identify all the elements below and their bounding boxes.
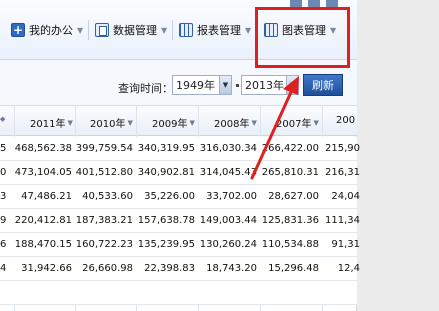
toolbar-divider — [172, 20, 173, 40]
end-year-value: 2013年 — [245, 79, 284, 92]
table-cell: 473,104.05 — [14, 167, 72, 178]
chevron-down-icon[interactable]: ▼ — [286, 76, 298, 94]
table-cell: 468,562.38 — [14, 143, 72, 154]
column-header-2007[interactable]: 2007年 ▼ — [276, 115, 319, 131]
menu-report-management[interactable]: 报表管理 ▼ — [179, 20, 251, 40]
table-cell: 340,902.81 — [137, 167, 195, 178]
table-cell: 31,942.66 — [21, 263, 72, 274]
table-cell: 24,04 — [331, 191, 360, 202]
table-cell: 110,534.88 — [261, 239, 319, 250]
menu-data-management-label: 数据管理 — [113, 24, 157, 37]
table-row[interactable]: 9 220,412.81 187,383.21 157,638.78 149,003.4… — [0, 209, 360, 233]
sort-caret-icon: ▼ — [313, 118, 319, 127]
end-year-select[interactable]: 2013年 ▼ — [241, 75, 299, 95]
table-row[interactable]: 5 468,562.38 399,759.54 340,319.95 316,030.3… — [0, 137, 360, 161]
column-header-2010[interactable]: 2010年 ▼ — [90, 115, 133, 131]
toolbar-divider — [88, 20, 89, 40]
document-icon — [95, 23, 109, 37]
table-cell: 35,226.00 — [144, 191, 195, 202]
table-cell: 216,31 — [325, 167, 360, 178]
start-year-value: 1949年 — [176, 79, 215, 92]
table-cell: 220,412.81 — [14, 215, 72, 226]
query-time-label: 查询时间： — [118, 82, 173, 95]
table-cell: 28,627.00 — [268, 191, 319, 202]
menu-my-office[interactable]: + 我的办公 ▼ — [11, 20, 83, 40]
table-row[interactable]: 0 473,104.05 401,512.80 340,902.81 314,045.4… — [0, 161, 360, 185]
range-separator — [236, 84, 239, 87]
chevron-down-icon: ▼ — [245, 25, 252, 35]
column-header-partial[interactable]: 200 — [336, 115, 355, 126]
plus-icon: + — [11, 23, 25, 37]
table-cell: 215,90 — [325, 143, 360, 154]
table-cell: 316,030.34 — [199, 143, 257, 154]
sort-caret-icon: ▼ — [189, 118, 195, 127]
table-cell: 47,486.21 — [21, 191, 72, 202]
menu-report-management-label: 报表管理 — [197, 24, 241, 37]
table-cell: 157,638.78 — [137, 215, 195, 226]
refresh-button[interactable]: 刷新 — [303, 74, 343, 96]
table-cell: 26,660.98 — [82, 263, 133, 274]
table-row[interactable]: 3 47,486.21 40,533.60 35,226.00 33,702.00 28,… — [0, 185, 360, 209]
table-icon — [179, 23, 193, 37]
table-cell: 266,422.00 — [261, 143, 319, 154]
column-header-2009[interactable]: 2009年 ▼ — [152, 115, 195, 131]
table-cell: 111,34 — [325, 215, 360, 226]
chevron-down-icon: ▼ — [77, 25, 84, 35]
table-cell: 340,319.95 — [137, 143, 195, 154]
chevron-down-icon: ▼ — [161, 25, 168, 35]
row-lead-cell: 9 — [0, 215, 7, 226]
table-cell: 22,398.83 — [144, 263, 195, 274]
table-cell: 399,759.54 — [75, 143, 133, 154]
table-cell: 187,383.21 — [75, 215, 133, 226]
column-header-2011[interactable]: 2011年 ▼ — [30, 115, 73, 131]
window-edge-panel — [356, 0, 439, 311]
highlight-box — [255, 7, 350, 68]
table-header: ◆ 2011年 ▼ 2010年 ▼ 2009年 ▼ 2008年 ▼ 2007年 ▼ 200 — [0, 106, 357, 136]
table-cell: 160,722.23 — [75, 239, 133, 250]
table-cell: 265,810.31 — [261, 167, 319, 178]
table-cell: 33,702.00 — [206, 191, 257, 202]
row-lead-cell: 4 — [0, 263, 7, 274]
row-lead-cell: 5 — [0, 143, 7, 154]
table-cell: 40,533.60 — [82, 191, 133, 202]
table-cell: 188,470.15 — [14, 239, 72, 250]
table-cell: 314,045.43 — [199, 167, 257, 178]
table-row[interactable]: 4 31,942.66 26,660.98 22,398.83 18,743.20 15,… — [0, 257, 360, 281]
table-cell: 401,512.80 — [75, 167, 133, 178]
chevron-down-icon[interactable]: ▼ — [219, 76, 231, 94]
menu-my-office-label: 我的办公 — [29, 24, 73, 37]
sort-caret-icon[interactable]: ◆ — [0, 115, 5, 123]
table-cell: 12,4 — [337, 263, 360, 274]
sort-caret-icon: ▼ — [127, 118, 133, 127]
sort-caret-icon: ▼ — [67, 118, 73, 127]
table-row[interactable] — [0, 281, 357, 305]
table-cell: 15,296.48 — [268, 263, 319, 274]
start-year-select[interactable]: 1949年 ▼ — [172, 75, 232, 95]
row-lead-cell: 6 — [0, 239, 7, 250]
table-cell: 135,239.95 — [137, 239, 195, 250]
sort-caret-icon: ▼ — [251, 118, 257, 127]
table-cell: 91,31 — [331, 239, 360, 250]
table-cell: 149,003.44 — [199, 215, 257, 226]
table-cell: 130,260.24 — [199, 239, 257, 250]
table-row[interactable]: 6 188,470.15 160,722.23 135,239.95 130,260.2… — [0, 233, 360, 257]
row-lead-cell: 3 — [0, 191, 7, 202]
table-cell: 125,831.36 — [261, 215, 319, 226]
column-header-2008[interactable]: 2008年 ▼ — [214, 115, 257, 131]
menu-data-management[interactable]: 数据管理 ▼ — [95, 20, 167, 40]
table-cell: 18,743.20 — [206, 263, 257, 274]
row-lead-cell: 0 — [0, 167, 7, 178]
